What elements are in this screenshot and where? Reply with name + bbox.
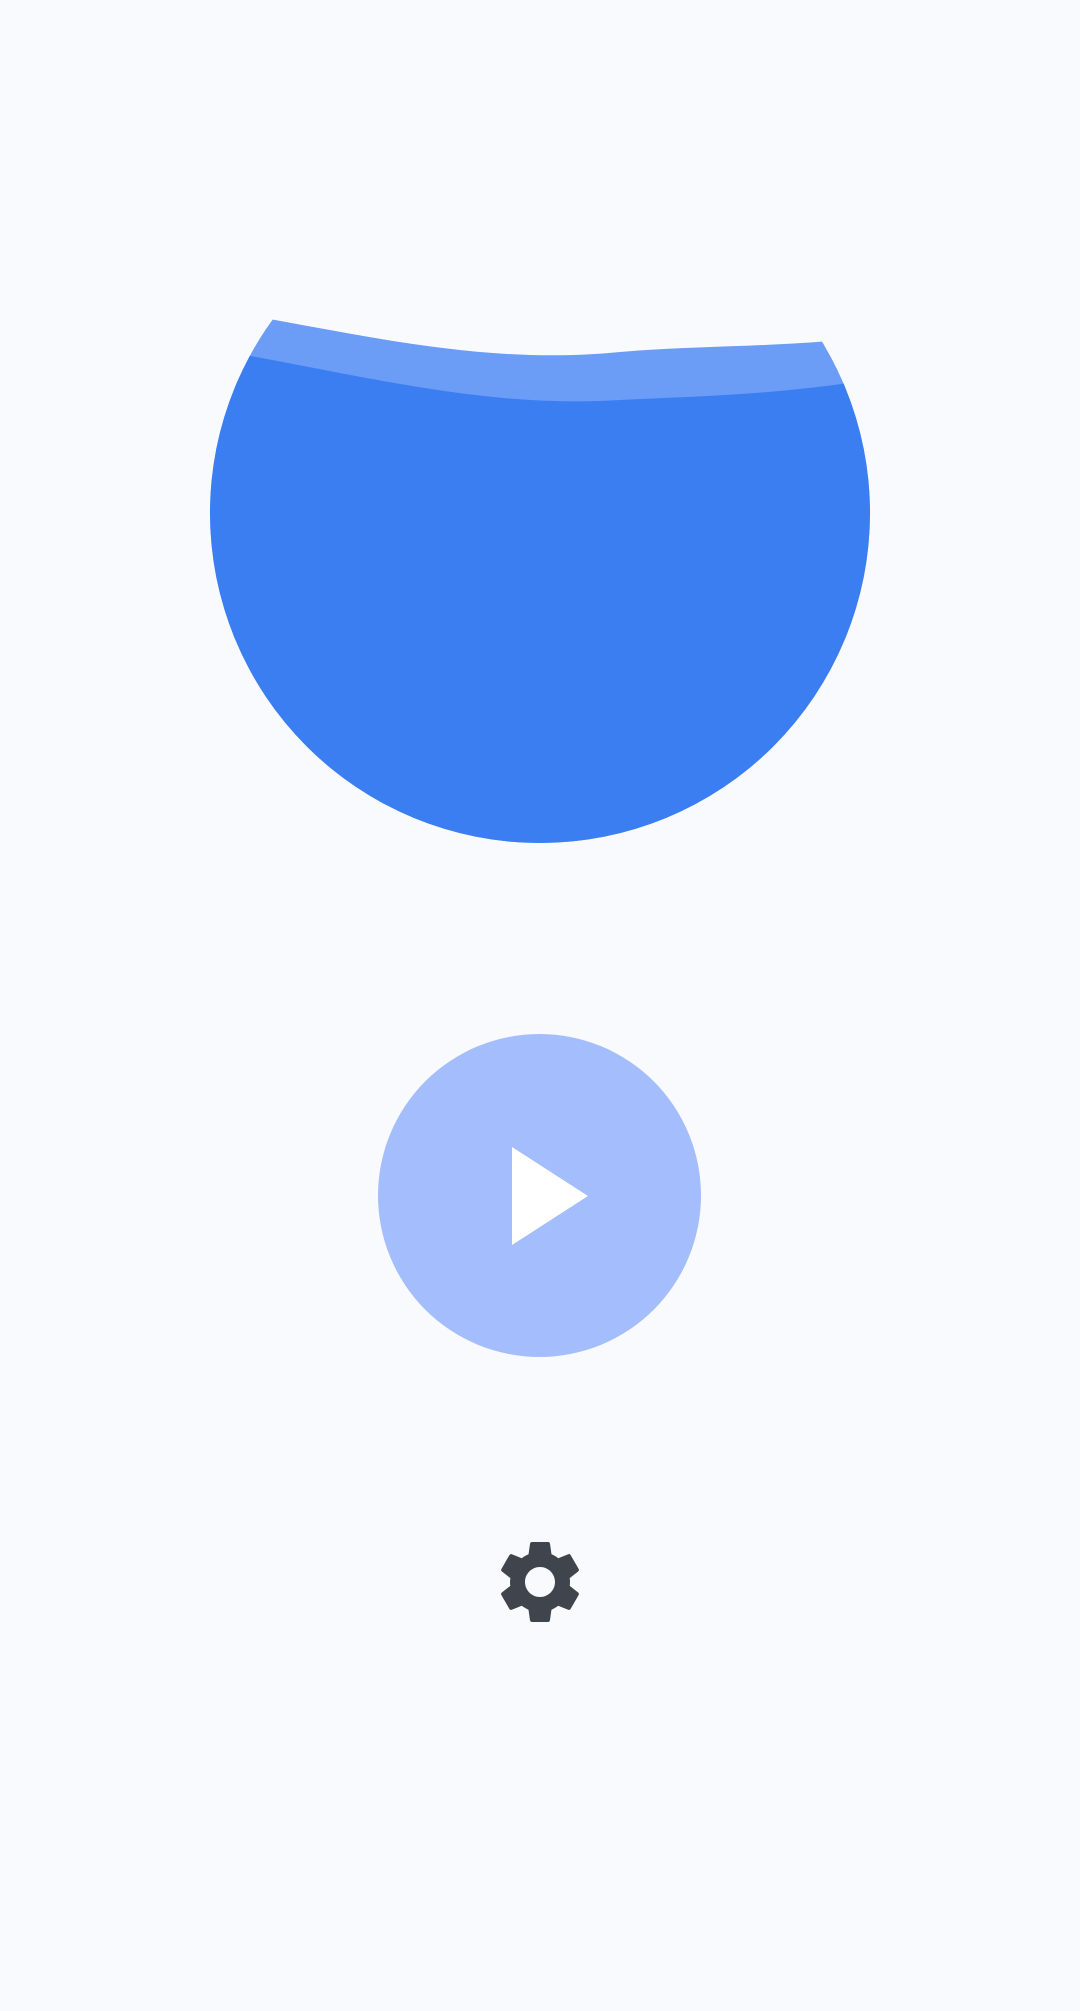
gear-icon [501,1542,579,1622]
water-level-orb [210,300,870,843]
settings-button[interactable] [490,1532,590,1632]
main-screen [0,0,1080,2011]
water-fill [210,340,870,843]
play-button[interactable] [378,1034,701,1357]
